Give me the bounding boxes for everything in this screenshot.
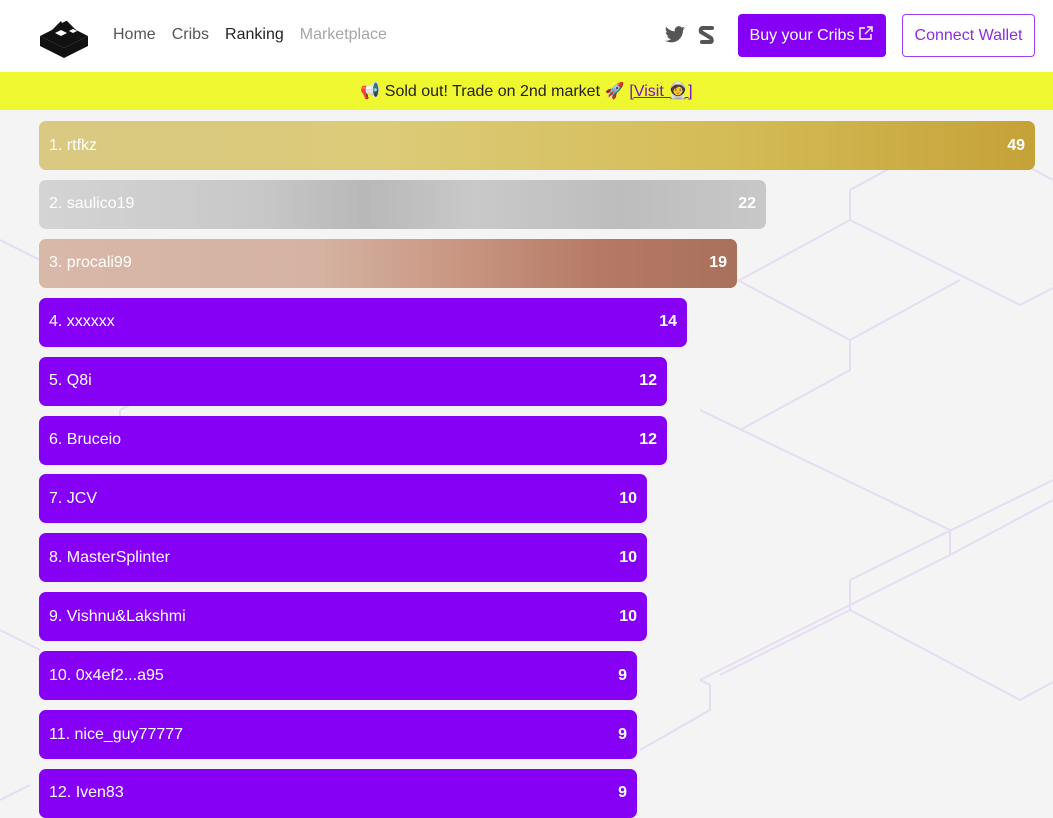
ranking-score: 10 <box>619 548 637 566</box>
ranking-row[interactable]: 7. JCV 10 <box>39 474 647 524</box>
ranking-name: 4. xxxxxx <box>49 313 115 331</box>
ranking-row[interactable]: 11. nice_guy77777 9 <box>39 710 637 759</box>
ranking-name: 11. nice_guy77777 <box>49 725 184 743</box>
ranking-name: 9. Vishnu&Lakshmi <box>49 607 186 625</box>
ranking-score: 49 <box>1007 136 1025 154</box>
external-link-icon <box>858 25 874 46</box>
ranking-name: 1. rtfkz <box>49 136 98 154</box>
buy-cribs-button[interactable]: Buy your Cribs <box>738 14 886 57</box>
marketplace-s-icon[interactable] <box>697 24 719 46</box>
ranking-row[interactable]: 9. Vishnu&Lakshmi 10 <box>39 592 647 642</box>
ranking-row[interactable]: 1. rtfkz 49 <box>39 121 1035 170</box>
nav-marketplace[interactable]: Marketplace <box>300 26 387 44</box>
ranking-score: 19 <box>709 254 727 272</box>
ranking-row[interactable]: 3. procali99 19 <box>39 238 737 288</box>
ranking-row[interactable]: 5. Q8i 12 <box>39 356 667 406</box>
ranking-score: 9 <box>618 784 627 802</box>
ranking-name: 3. procali99 <box>49 254 132 272</box>
ranking-score: 12 <box>639 431 657 448</box>
ranking-score: 14 <box>659 313 677 331</box>
connect-wallet-button[interactable]: Connect Wallet <box>902 14 1035 57</box>
nav-cribs[interactable]: Cribs <box>172 26 209 44</box>
ranking-score: 22 <box>738 195 756 213</box>
ranking-row[interactable]: 12. Iven83 9 <box>39 768 637 818</box>
ranking-name: 8. MasterSplinter <box>49 548 170 566</box>
nav-ranking[interactable]: Ranking <box>225 26 284 44</box>
ranking-score: 9 <box>618 725 627 743</box>
ranking-score: 9 <box>618 666 627 684</box>
ranking-row[interactable]: 10. 0x4ef2...a95 9 <box>39 651 637 701</box>
ranking-name: 6. Bruceio <box>49 431 122 448</box>
main-nav: Home Cribs Ranking Marketplace <box>113 26 387 44</box>
banner-visit-link[interactable]: [Visit 🧑‍🚀] <box>629 81 692 101</box>
announcement-banner: 📢 Sold out! Trade on 2nd market 🚀 [Visit… <box>0 72 1053 110</box>
ranking-row[interactable]: 8. MasterSplinter 10 <box>39 533 647 583</box>
ranking-score: 10 <box>619 489 637 507</box>
ranking-row[interactable]: 4. xxxxxx 14 <box>39 297 687 347</box>
ranking-name: 5. Q8i <box>49 372 92 390</box>
ranking-score: 10 <box>619 607 637 625</box>
ranking-name: 10. 0x4ef2...a95 <box>49 666 164 684</box>
nav-home[interactable]: Home <box>113 26 156 44</box>
cribs-logo-icon[interactable] <box>38 14 90 58</box>
twitter-icon[interactable] <box>664 24 686 46</box>
ranking-score: 12 <box>639 372 657 390</box>
ranking-name: 2. saulico19 <box>49 195 135 213</box>
ranking-row[interactable]: 6. Bruceio 12 <box>39 415 667 465</box>
ranking-row[interactable]: 2. saulico19 22 <box>39 179 766 229</box>
buy-cribs-label: Buy your Cribs <box>749 26 855 44</box>
top-navbar: Home Cribs Ranking Marketplace Buy your … <box>0 0 1053 72</box>
ranking-name: 12. Iven83 <box>49 784 124 802</box>
banner-text: 📢 Sold out! Trade on 2nd market 🚀 <box>360 83 625 100</box>
ranking-name: 7. JCV <box>49 489 98 507</box>
